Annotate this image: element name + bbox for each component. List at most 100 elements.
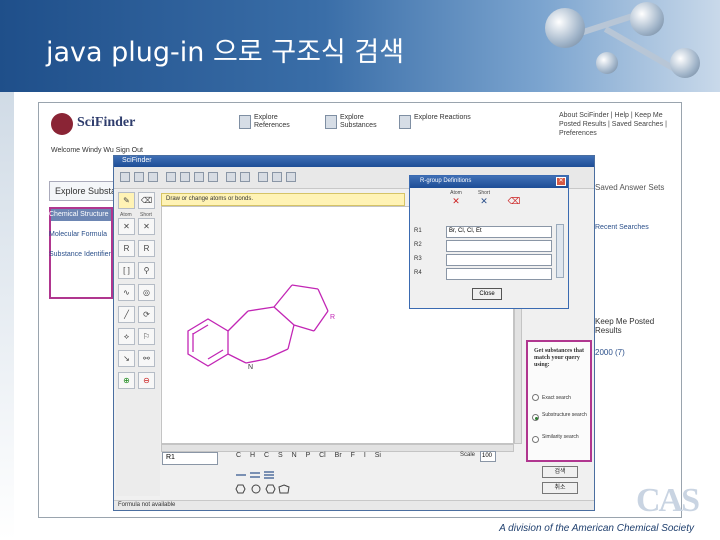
save-icon[interactable]: [148, 172, 158, 182]
browser-screenshot: SciFinder Explore References Explore Sub…: [38, 102, 682, 518]
bond-tool-icon[interactable]: ╱: [118, 306, 135, 323]
help-icon[interactable]: [286, 172, 296, 182]
radio-exact[interactable]: [532, 394, 539, 401]
molecule-atom-decoration: [670, 48, 700, 78]
rg-atom-tool[interactable]: Atom ✕: [444, 190, 468, 218]
scale-label: Scale: [460, 452, 476, 458]
arrow-icon[interactable]: ↘: [118, 350, 135, 367]
explore-substances-tab[interactable]: Explore Substances: [49, 181, 119, 201]
refresh-icon[interactable]: [258, 172, 268, 182]
element-shortcuts[interactable]: C H C S N P Cl Br F I Si: [236, 452, 381, 459]
top-right-links[interactable]: About SciFinder | Help | Keep Me Posted …: [559, 111, 679, 138]
molecule-atom-decoration: [630, 2, 664, 36]
r-group-row: R2: [414, 240, 554, 253]
r-group-value-field[interactable]: Br, Cl, Cl, Et: [446, 226, 552, 238]
r-group-row: R1 Br, Cl, Cl, Et: [414, 226, 554, 239]
clear-icon[interactable]: [272, 172, 282, 182]
search-button[interactable]: 검색: [542, 466, 578, 478]
ring-lock-icon[interactable]: ◎: [138, 284, 155, 301]
redo-icon[interactable]: [240, 172, 250, 182]
cas-logo: CAS: [635, 482, 700, 519]
zoom-icon[interactable]: ⚲: [138, 262, 155, 279]
r-group-value-field[interactable]: [446, 240, 552, 252]
query-icon[interactable]: ⚐: [138, 328, 155, 345]
query-instruction: Get substances that match your query usi…: [534, 348, 585, 368]
hint-bar: Draw or change atoms or bonds.: [161, 193, 405, 206]
close-button[interactable]: Close: [472, 288, 502, 300]
scale-input[interactable]: 100: [480, 451, 496, 462]
kmp-result-link[interactable]: 2000 (7): [595, 348, 625, 357]
radio-exact-label: Exact search: [542, 395, 571, 401]
r-group-titlebar: R-group Definitions: [410, 176, 568, 188]
ring-bond: [291, 284, 319, 290]
query-options-panel: Get substances that match your query usi…: [526, 340, 592, 462]
chain-icon[interactable]: ∿: [118, 284, 135, 301]
ring-bond: [247, 306, 275, 312]
ring-bond: [317, 288, 329, 312]
r-group-row-label: R4: [414, 270, 422, 276]
print-icon[interactable]: [166, 172, 176, 182]
document-icon: [239, 115, 251, 129]
cancel-button[interactable]: 취소: [542, 482, 578, 494]
link-icon[interactable]: ⚯: [138, 350, 155, 367]
cut-icon[interactable]: [180, 172, 190, 182]
ring-bond: [265, 348, 289, 360]
paste-icon[interactable]: [208, 172, 218, 182]
ring-bond: [293, 324, 315, 332]
ring-tools: [234, 482, 304, 494]
pencil-icon[interactable]: ✎: [118, 192, 135, 209]
variable-bond-icon[interactable]: ⟡: [118, 328, 135, 345]
brand-name: SciFinder: [77, 115, 136, 130]
rg-eraser-tool[interactable]: ⌫: [502, 190, 526, 218]
ring-bond: [313, 310, 329, 332]
r-group-dialog: R-group Definitions ✕ Atom ✕ Short ✕ ⌫ R…: [409, 175, 569, 309]
r-group-def-icon[interactable]: R: [138, 240, 155, 257]
molecule-atom-decoration: [596, 52, 618, 74]
menu-chemical-structure[interactable]: Chemical Structure: [49, 211, 109, 218]
bracket-icon[interactable]: [ ]: [118, 262, 135, 279]
plus-charge-icon[interactable]: ⊕: [118, 372, 135, 389]
menu-substance-identifier[interactable]: Substance Identifier: [49, 251, 111, 258]
r-group-value-field[interactable]: [446, 254, 552, 266]
canvas-horizontal-scrollbar[interactable]: [161, 444, 514, 452]
ring-bond: [273, 284, 293, 308]
close-icon[interactable]: ✕: [556, 177, 566, 186]
rg-short-tool[interactable]: Short ✕: [472, 190, 496, 218]
r-group-value-field[interactable]: [446, 268, 552, 280]
eraser-icon[interactable]: ⌫: [138, 192, 155, 209]
slide-footer: A division of the American Chemical Soci…: [499, 523, 694, 534]
reaction-icon: [399, 115, 411, 129]
copy-icon[interactable]: [194, 172, 204, 182]
radio-substructure-label: Substructure search: [542, 412, 587, 418]
radio-substructure[interactable]: [532, 414, 539, 421]
r-atom-label: R: [330, 314, 335, 321]
nav-label: Explore References: [254, 114, 290, 129]
molecule-atom-decoration: [545, 8, 585, 48]
ring-icon[interactable]: [251, 484, 261, 494]
editor-titlebar: SciFinder: [114, 156, 594, 167]
hexagon-icon[interactable]: [235, 484, 246, 494]
pentagon-icon[interactable]: [278, 484, 290, 494]
scifinder-logo[interactable]: SciFinder: [51, 111, 136, 135]
welcome-text: Welcome Windy Wu Sign Out: [51, 147, 143, 154]
lasso-icon[interactable]: ⟳: [138, 306, 155, 323]
right-panel-link[interactable]: Recent Searches: [595, 223, 649, 232]
ring-bond: [245, 358, 267, 364]
slide-header: java plug-in 으로 구조식 검색: [0, 0, 720, 92]
radio-similarity[interactable]: [532, 436, 539, 443]
slide-title: java plug-in 으로 구조식 검색: [46, 37, 405, 68]
r-group-scrollbar[interactable]: [556, 224, 564, 278]
menu-molecular-formula[interactable]: Molecular Formula: [49, 231, 107, 238]
minus-charge-icon[interactable]: ⊖: [138, 372, 155, 389]
shortcut-tool-icon[interactable]: ✕: [138, 218, 155, 235]
logo-mark-icon: [51, 113, 73, 135]
cyclohexane-icon[interactable]: [265, 484, 276, 494]
atom-label-input[interactable]: R1: [162, 452, 218, 465]
r-group-icon[interactable]: R: [118, 240, 135, 257]
tool-palette: ✎ ⌫ Atom Short ✕ ✕ R R [ ] ⚲ ∿ ◎ ╱ ⟳ ⟡ ⚐…: [116, 190, 160, 496]
undo-icon[interactable]: [226, 172, 236, 182]
open-icon[interactable]: [134, 172, 144, 182]
nav-label: Explore Substances: [340, 114, 377, 129]
new-icon[interactable]: [120, 172, 130, 182]
atom-tool-icon[interactable]: ✕: [118, 218, 135, 235]
